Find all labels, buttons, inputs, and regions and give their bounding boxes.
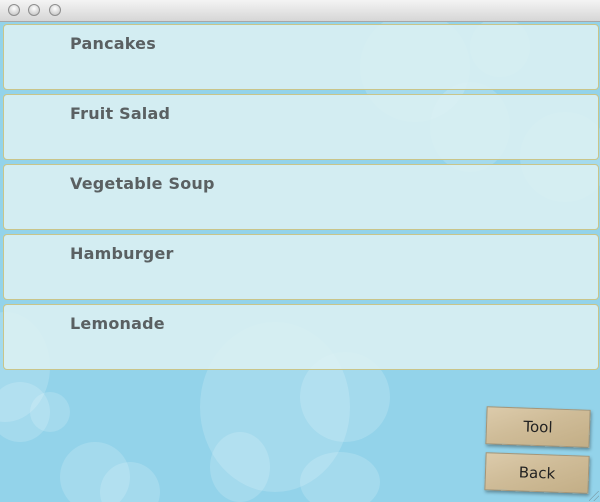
- list-item-vegetable-soup[interactable]: Vegetable Soup: [3, 164, 599, 230]
- list-item-label: Vegetable Soup: [70, 174, 215, 193]
- list-item-label: Lemonade: [70, 314, 165, 333]
- list-item-hamburger[interactable]: Hamburger: [3, 234, 599, 300]
- app-window: Pancakes Fruit Salad Vegetable Soup Hamb…: [0, 0, 600, 502]
- minimize-window-button[interactable]: [28, 4, 40, 16]
- list-item-fruit-salad[interactable]: Fruit Salad: [3, 94, 599, 160]
- list-item-label: Hamburger: [70, 244, 174, 263]
- list-item-label: Fruit Salad: [70, 104, 171, 123]
- bubble-decoration: [210, 432, 270, 502]
- bubble-decoration: [300, 452, 380, 502]
- menu-list: Pancakes Fruit Salad Vegetable Soup Hamb…: [3, 24, 599, 374]
- tool-button[interactable]: Tool: [485, 406, 591, 448]
- list-item-pancakes[interactable]: Pancakes: [3, 24, 599, 90]
- resize-grip[interactable]: [589, 491, 599, 501]
- list-item-lemonade[interactable]: Lemonade: [3, 304, 599, 370]
- list-item-label: Pancakes: [70, 34, 156, 53]
- back-button[interactable]: Back: [484, 452, 590, 494]
- close-window-button[interactable]: [8, 4, 20, 16]
- bubble-decoration: [30, 392, 70, 432]
- zoom-window-button[interactable]: [49, 4, 61, 16]
- title-bar: [0, 0, 600, 22]
